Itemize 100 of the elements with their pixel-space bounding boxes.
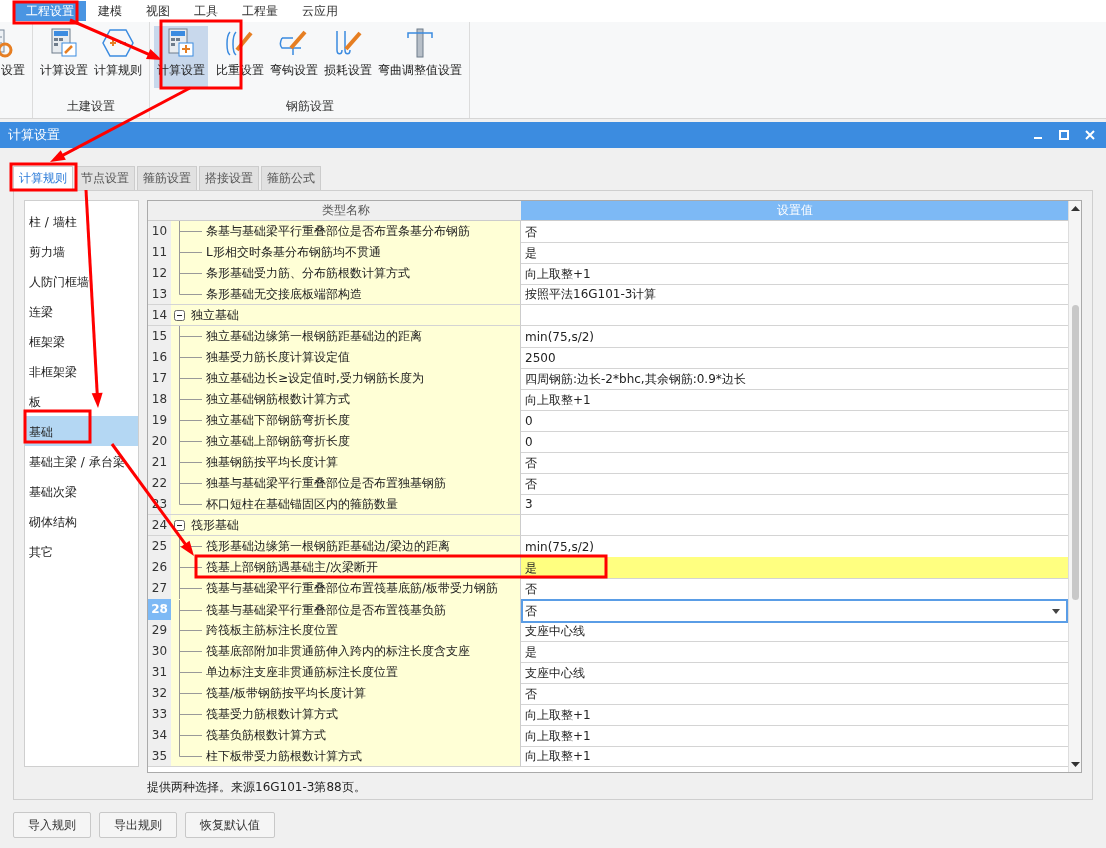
group-name: 独立基础 [191, 306, 239, 324]
header-corner [148, 201, 171, 220]
action-button[interactable]: 恢复默认值 [185, 812, 275, 838]
row-number[interactable]: 11 [148, 242, 171, 264]
row-number[interactable]: 27 [148, 578, 171, 600]
setting-name: 筏基与基础梁平行重叠部位是否布置筏基负筋 [206, 602, 446, 619]
scroll-down-icon[interactable] [1070, 760, 1080, 768]
value-cell[interactable]: 否 [521, 473, 1068, 495]
tab[interactable]: 计算规则 [13, 166, 73, 190]
tab[interactable]: 节点设置 [75, 166, 135, 190]
group-label: 钢筋设置 [284, 98, 335, 115]
calculator-icon [166, 28, 196, 58]
row-number[interactable]: 16 [148, 347, 171, 369]
row-number[interactable]: 25 [148, 536, 171, 558]
setting-name: 独基钢筋按平均长度计算 [206, 454, 338, 471]
tab[interactable]: 搭接设置 [199, 166, 259, 190]
row-number[interactable]: 24 [148, 515, 171, 536]
value-cell[interactable]: 向上取整+1 [521, 704, 1068, 726]
row-number[interactable]: 14 [148, 305, 171, 326]
row-number[interactable]: 13 [148, 284, 171, 305]
row-number[interactable]: 19 [148, 410, 171, 432]
row-number[interactable]: 30 [148, 641, 171, 663]
category-item[interactable]: 基础 [25, 416, 138, 446]
value-cell[interactable]: 向上取整+1 [521, 746, 1068, 767]
value-cell[interactable]: 2500 [521, 347, 1068, 369]
menu-tab[interactable]: 云应用 [290, 1, 350, 21]
row-number[interactable]: 22 [148, 473, 171, 495]
row-number[interactable]: 21 [148, 452, 171, 474]
row-number[interactable]: 33 [148, 704, 171, 726]
menu-tab[interactable]: 建模 [86, 1, 134, 21]
tab[interactable]: 箍筋设置 [137, 166, 197, 190]
value-cell[interactable]: 否 [521, 452, 1068, 474]
setting-name: 条形基础无交接底板端部构造 [206, 285, 362, 303]
category-item[interactable]: 连梁 [25, 296, 138, 326]
setting-name: 独立基础上部钢筋弯折长度 [206, 433, 350, 450]
category-item[interactable]: 基础次梁 [25, 476, 138, 506]
category-item[interactable]: 剪力墙 [25, 236, 138, 266]
row-number[interactable]: 26 [148, 557, 171, 579]
dialog-title: 计算设置 [8, 126, 61, 144]
value-cell[interactable]: 是 [521, 557, 1068, 579]
collapse-icon[interactable] [174, 309, 185, 321]
value-cell[interactable]: 是 [521, 641, 1068, 663]
category-item[interactable]: 砌体结构 [25, 506, 138, 536]
menu-tab[interactable]: 工具 [182, 1, 230, 21]
row-number[interactable]: 10 [148, 221, 171, 243]
row-number[interactable]: 34 [148, 725, 171, 747]
value-cell[interactable]: 否 [521, 221, 1068, 243]
ribbon-button[interactable]: 弯曲调整值设置 [375, 26, 465, 88]
category-item[interactable]: 框架梁 [25, 326, 138, 356]
category-item[interactable]: 板 [25, 386, 138, 416]
row-number[interactable]: 35 [148, 746, 171, 767]
ribbon-button[interactable]: 损耗设置 [321, 26, 375, 88]
row-number[interactable]: 18 [148, 389, 171, 411]
category-item[interactable]: 柱 / 墙柱 [25, 206, 138, 236]
category-item[interactable]: 其它 [25, 536, 138, 566]
hexagon-icon [102, 28, 134, 58]
column-header: 类型名称 [171, 201, 521, 220]
row-number[interactable]: 20 [148, 431, 171, 453]
row-number[interactable]: 32 [148, 683, 171, 705]
ribbon-button[interactable]: 计算规则 [91, 26, 145, 88]
row-number[interactable]: 31 [148, 662, 171, 684]
column-header: 设置值 [521, 201, 1068, 220]
tab[interactable]: 箍筋公式 [261, 166, 321, 190]
calculator-wrench-icon [49, 28, 79, 58]
value-cell[interactable]: 0 [521, 410, 1068, 432]
menu-tab[interactable]: 视图 [134, 1, 182, 21]
group-label: 土建设置 [66, 98, 116, 115]
action-button[interactable]: 导出规则 [99, 812, 177, 838]
value-cell[interactable]: 支座中心线 [521, 620, 1068, 642]
scrollbar[interactable] [1068, 201, 1081, 772]
setting-name: 独立基础下部钢筋弯折长度 [206, 412, 350, 429]
scroll-up-icon[interactable] [1070, 205, 1080, 213]
value-cell[interactable]: 0 [521, 431, 1068, 453]
row-number[interactable]: 29 [148, 620, 171, 642]
action-button[interactable]: 导入规则 [13, 812, 91, 838]
collapse-icon[interactable] [174, 519, 185, 531]
setting-name: 筏基底部附加非贯通筋伸入跨内的标注长度含支座 [206, 643, 470, 660]
category-item[interactable]: 人防门框墙 [25, 266, 138, 296]
value-cell[interactable]: 向上取整+1 [521, 725, 1068, 747]
row-number[interactable]: 17 [148, 368, 171, 390]
setting-name: 跨筏板主筋标注长度位置 [206, 622, 338, 639]
value-cell[interactable]: 是 [521, 242, 1068, 264]
category-item[interactable]: 非框架梁 [25, 356, 138, 386]
ribbon-button[interactable]: 计算设置 [37, 26, 91, 88]
value-cell[interactable]: 向上取整+1 [521, 263, 1068, 285]
dropdown-caret-icon[interactable] [1052, 608, 1060, 614]
ribbon-button[interactable]: 设置 [0, 26, 28, 88]
value-cell[interactable]: 四周钢筋:边长-2*bhc,其余钢筋:0.9*边长 [521, 368, 1068, 390]
value-dropdown[interactable]: 否 [521, 599, 1068, 623]
value-cell[interactable]: 否 [521, 683, 1068, 705]
row-number[interactable]: 15 [148, 326, 171, 348]
value-cell[interactable]: min(75,s/2) [521, 326, 1068, 348]
row-number[interactable]: 12 [148, 263, 171, 285]
hook-pencil-icon [225, 28, 255, 58]
setting-name: 条基与基础梁平行重叠部位是否布置条基分布钢筋 [206, 223, 470, 240]
setting-name: 筏形基础边缘第一根钢筋距基础边/梁边的距离 [206, 538, 451, 555]
menu-tab[interactable]: 工程量 [230, 1, 290, 21]
ribbon-button[interactable]: 弯钩设置 [267, 26, 321, 88]
value-cell[interactable]: 向上取整+1 [521, 389, 1068, 411]
value-cell[interactable]: 支座中心线 [521, 662, 1068, 684]
